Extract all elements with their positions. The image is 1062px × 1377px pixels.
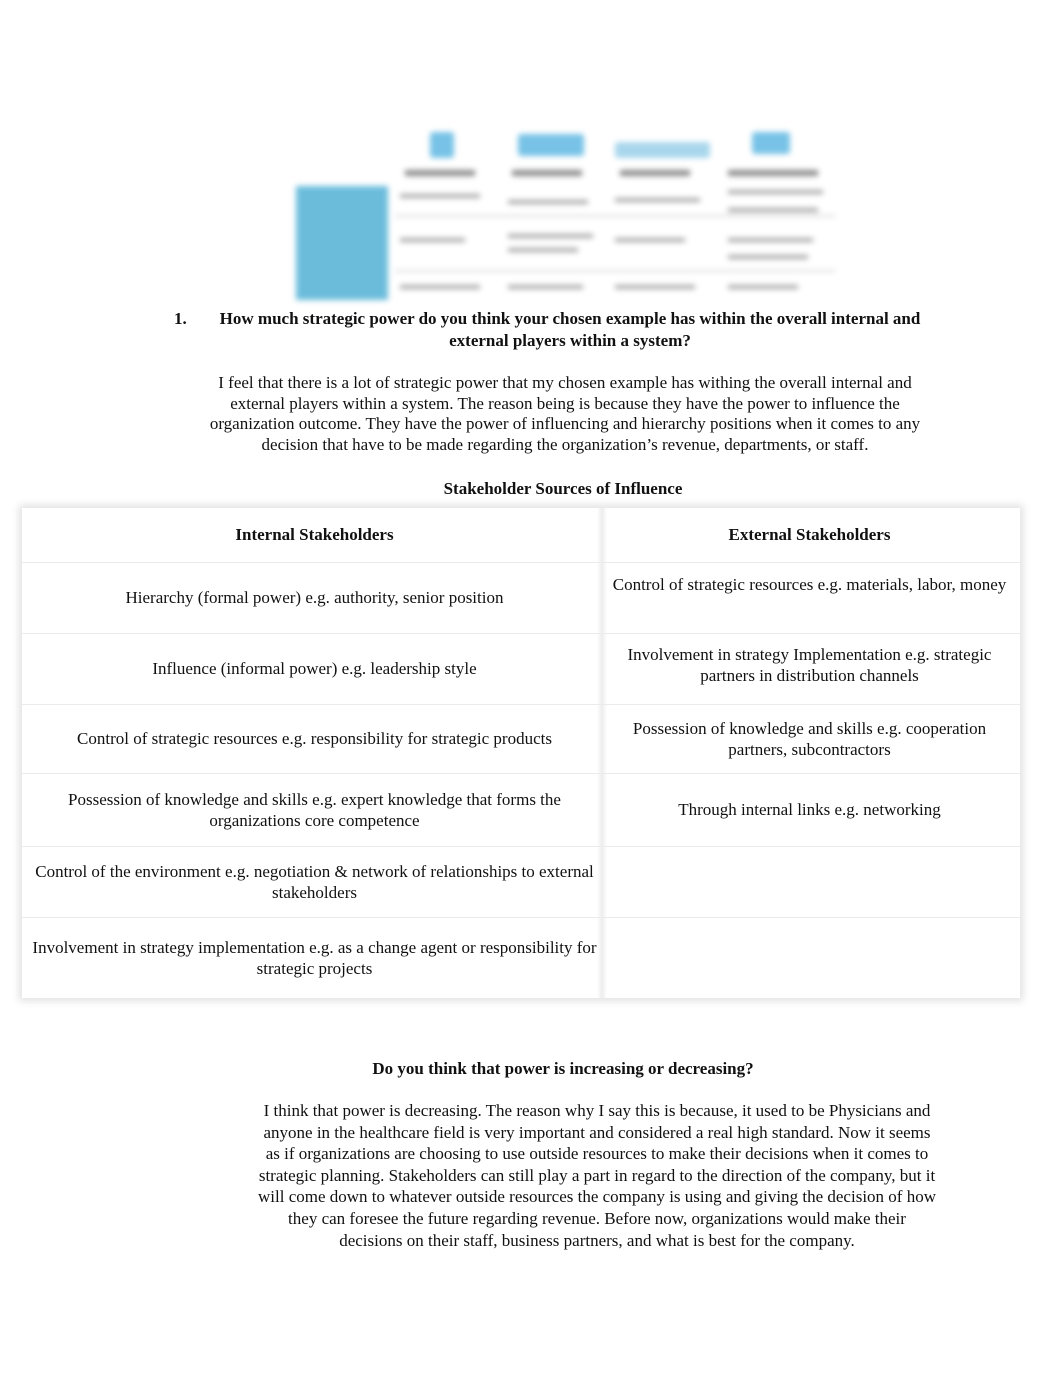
internal-cell: Hierarchy (formal power) e.g. authority,…: [125, 588, 504, 608]
diagram-text: [400, 194, 480, 198]
external-cell: Through internal links e.g. networking: [678, 800, 941, 820]
diagram-column-heading: [728, 170, 818, 176]
question-2: Do you think that power is increasing or…: [372, 1059, 754, 1078]
table-row: Involvement in strategy implementation e…: [22, 918, 1020, 998]
diagram-rule: [395, 215, 835, 217]
table-title: Stakeholder Sources of Influence: [443, 479, 683, 498]
diagram-rule: [395, 270, 835, 272]
diagram-text: [508, 200, 588, 204]
diagram-logo: [752, 132, 790, 154]
question-1-text: How much strategic power do you think yo…: [219, 309, 921, 350]
table-row: Control of the environment e.g. negotiat…: [22, 847, 1020, 918]
diagram-column-heading: [405, 170, 475, 176]
diagram-text: [400, 238, 465, 242]
table-row: Hierarchy (formal power) e.g. authority,…: [22, 563, 1020, 634]
diagram-text: [615, 285, 695, 289]
diagram-text: [728, 238, 813, 242]
header-internal: Internal Stakeholders: [235, 525, 394, 545]
diagram-text: [728, 255, 808, 259]
internal-cell: Control of strategic resources e.g. resp…: [77, 729, 552, 749]
external-cell: [607, 918, 1012, 998]
answer-2-paragraph: I think that power is decreasing. The re…: [258, 1101, 936, 1250]
diagram-text: [728, 190, 823, 194]
stakeholder-table: Internal Stakeholders External Stakehold…: [22, 508, 1020, 998]
diagram-text: [615, 198, 700, 202]
answer-1-paragraph: I feel that there is a lot of strategic …: [209, 373, 921, 454]
diagram-text: [508, 234, 593, 238]
table-row: Influence (informal power) e.g. leadersh…: [22, 634, 1020, 705]
diagram-text: [508, 285, 583, 289]
internal-cell: Influence (informal power) e.g. leadersh…: [152, 659, 477, 679]
question-1: 1. How much strategic power do you think…: [170, 308, 940, 352]
external-cell: [607, 847, 1012, 917]
diagram-icon: [430, 132, 454, 158]
internal-cell: Involvement in strategy implementation e…: [32, 937, 597, 979]
diagram-text: [400, 285, 480, 289]
diagram-column-heading: [620, 170, 690, 176]
stakeholder-diagram-image: [290, 120, 835, 305]
table-row: Control of strategic resources e.g. resp…: [22, 705, 1020, 774]
table-header-row: Internal Stakeholders External Stakehold…: [22, 508, 1020, 563]
table-row: Possession of knowledge and skills e.g. …: [22, 774, 1020, 847]
diagram-text: [615, 238, 685, 242]
external-cell: Involvement in strategy Implementation e…: [627, 644, 992, 686]
external-cell: Possession of knowledge and skills e.g. …: [632, 718, 987, 760]
diagram-logo: [518, 134, 584, 156]
internal-cell: Possession of knowledge and skills e.g. …: [68, 789, 561, 831]
diagram-text: [508, 248, 578, 252]
diagram-text: [728, 208, 818, 212]
diagram-text: [728, 285, 798, 289]
diagram-column-heading: [512, 170, 582, 176]
diagram-logo: [615, 142, 710, 158]
question-number: 1.: [174, 309, 187, 328]
header-external: External Stakeholders: [728, 525, 891, 545]
diagram-blue-box: [296, 186, 388, 300]
external-cell: Control of strategic resources e.g. mate…: [612, 575, 1007, 595]
internal-cell: Control of the environment e.g. negotiat…: [35, 861, 594, 903]
